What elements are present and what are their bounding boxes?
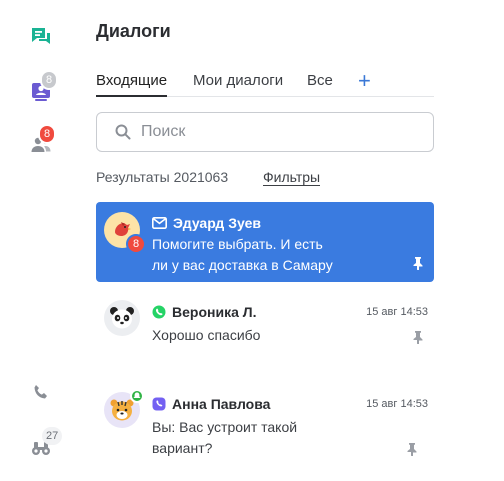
contact-name: Эдуард Зуев [173,215,261,231]
pin-icon[interactable] [406,442,418,456]
tab-my-dialogs[interactable]: Мои диалоги [193,72,283,89]
contact-name: Вероника Л. [172,304,257,320]
preview-line: ли у вас доставка в Самару [152,257,333,273]
rail-item-calls[interactable] [28,379,54,405]
mail-icon [152,217,167,229]
message-preview: Вы: Вас устроит такой вариант? [152,417,297,459]
tiger-icon [110,399,134,421]
dialog-item[interactable]: Анна Павлова 15 авг 14:53 Вы: Вас устрои… [96,384,434,464]
preview-line: Хорошо спасибо [152,327,261,343]
page-title: Диалоги [96,21,171,41]
rail-item-queue[interactable]: 8 [28,70,59,104]
dialog-tabs: Входящие Мои диалоги Все + [96,68,434,97]
search-box [96,112,434,152]
search-icon [115,124,131,140]
bots-count-badge: 27 [42,427,63,445]
tab-all[interactable]: Все [307,72,333,89]
whatsapp-icon [152,305,166,319]
viber-icon [152,397,166,411]
dialogs-panel: Диалоги Входящие Мои диалоги Все + Резул… [80,0,450,481]
dialog-item[interactable]: Вероника Л. 15 авг 14:53 Хорошо спасибо [96,292,434,362]
tab-incoming[interactable]: Входящие [96,72,168,97]
online-status-icon [130,389,144,403]
search-input[interactable] [141,123,411,141]
preview-line: вариант? [152,440,213,456]
pin-icon[interactable] [412,330,424,344]
panda-icon [110,307,134,329]
message-time: 15 авг 14:53 [366,398,428,410]
message-preview: Хорошо спасибо [152,325,260,346]
results-count: Результаты 2021063 [96,169,229,185]
message-time: 15 авг 14:53 [366,306,428,318]
message-preview: Помогите выбрать. И есть ли у вас достав… [152,234,333,276]
filters-link[interactable]: Фильтры [263,169,321,186]
dialog-item-active[interactable]: 8 Эдуард Зуев Помогите выбрать. И есть л… [96,202,434,282]
unread-badge: 8 [126,234,146,254]
rail-item-bots[interactable]: 27 [28,427,63,461]
preview-line: Помогите выбрать. И есть [152,236,323,252]
contact-name: Анна Павлова [172,396,271,412]
chat-bubbles-icon [32,28,50,44]
phone-icon [34,385,47,399]
pin-icon[interactable] [412,256,424,270]
nav-rail: 8 8 27 [0,0,80,481]
queue-count-badge: 8 [40,70,59,90]
users-count-badge: 8 [38,124,57,144]
add-tab-button[interactable]: + [358,68,371,94]
rail-item-chats[interactable] [28,24,54,50]
avatar [104,300,140,336]
preview-line: Вы: Вас устроит такой [152,419,298,435]
rail-item-users[interactable]: 8 [28,124,57,158]
